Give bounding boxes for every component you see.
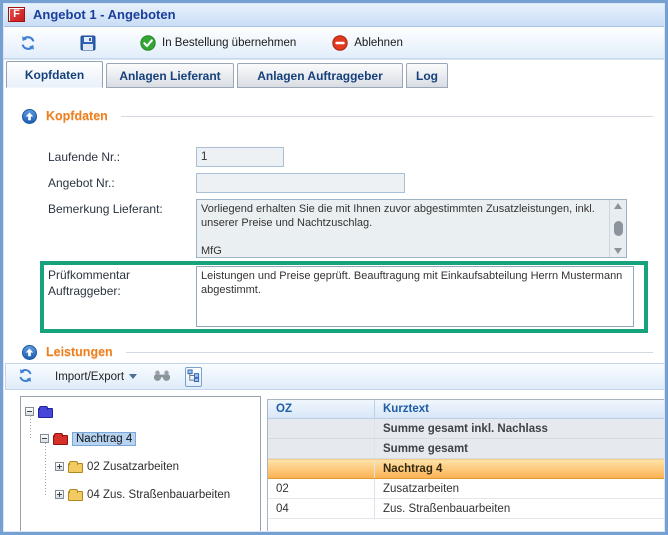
tab-anlagen-lieferant[interactable]: Anlagen Lieferant xyxy=(106,63,234,88)
cell-oz xyxy=(268,439,375,458)
tree-node-label[interactable]: 02 Zusatzarbeiten xyxy=(87,461,179,473)
kopfdaten-section-header: Kopfdaten xyxy=(22,108,653,124)
yellow-folder-icon xyxy=(68,491,83,501)
kopfdaten-section-title: Kopfdaten xyxy=(46,109,108,123)
expander-plus-icon[interactable] xyxy=(55,490,64,499)
expander-minus-icon[interactable] xyxy=(40,434,49,443)
bemerkung-lieferant-label: Bemerkung Lieferant: xyxy=(48,202,163,216)
refresh-button[interactable] xyxy=(15,32,41,54)
import-export-label: Import/Export xyxy=(55,371,124,383)
import-export-dropdown[interactable]: Import/Export xyxy=(53,369,139,385)
red-folder-icon xyxy=(53,435,68,445)
tab-content-kopfdaten: Kopfdaten Laufende Nr.: Angebot Nr.: Bem… xyxy=(3,88,665,532)
cell-kurztext: Summe gesamt inkl. Nachlass xyxy=(375,423,667,435)
pruefkommentar-textarea[interactable]: Leistungen und Preise geprüft. Beauftrag… xyxy=(196,266,634,327)
refresh-icon xyxy=(18,368,33,386)
scroll-up-icon[interactable] xyxy=(614,203,622,209)
application-window: F Angebot 1 - Angeboten In Bestellung üb… xyxy=(0,0,668,535)
expander-plus-icon[interactable] xyxy=(55,462,64,471)
search-button[interactable] xyxy=(151,367,173,387)
tree-node-nachtrag[interactable]: Nachtrag 4 xyxy=(40,430,136,447)
section-divider xyxy=(126,352,653,353)
table-row-selected[interactable]: Nachtrag 4 xyxy=(268,459,667,479)
cell-kurztext: Summe gesamt xyxy=(375,443,667,455)
collapse-section-icon[interactable] xyxy=(22,345,37,360)
collapse-section-icon[interactable] xyxy=(22,109,37,124)
textarea-scrollbar[interactable] xyxy=(609,200,626,257)
blue-folder-icon xyxy=(38,408,53,418)
positions-tree-panel: Nachtrag 4 02 Zusatzarbeiten 04 Zus. Str… xyxy=(20,396,261,534)
angebot-nr-input[interactable] xyxy=(196,173,405,193)
leistungen-section-title: Leistungen xyxy=(46,345,113,359)
table-header-row: OZ Kurztext xyxy=(268,400,667,419)
tab-anlagen-auftraggeber[interactable]: Anlagen Auftraggeber xyxy=(237,63,403,88)
tab-strip: Kopfdaten Anlagen Lieferant Anlagen Auft… xyxy=(3,59,665,88)
save-button[interactable] xyxy=(75,32,101,54)
title-bar: F Angebot 1 - Angeboten xyxy=(3,2,665,27)
leistungen-toolbar: Import/Export xyxy=(5,363,665,390)
laufende-nr-label: Laufende Nr.: xyxy=(48,150,120,164)
accept-order-label: In Bestellung übernehmen xyxy=(162,37,296,49)
pruefkommentar-field: Leistungen und Preise geprüft. Beauftrag… xyxy=(196,266,634,327)
chevron-down-icon xyxy=(129,374,137,379)
cell-kurztext: Zusatzarbeiten xyxy=(375,483,667,495)
refresh-button[interactable] xyxy=(16,366,35,388)
bemerkung-lieferant-field: Vorliegend erhalten Sie die mit Ihnen zu… xyxy=(196,199,627,258)
green-check-icon xyxy=(140,35,156,51)
tree-node-label[interactable]: 04 Zus. Straßenbauarbeiten xyxy=(87,489,230,501)
expander-minus-icon[interactable] xyxy=(25,407,34,416)
table-row[interactable]: Summe gesamt xyxy=(268,439,667,459)
accept-order-button[interactable]: In Bestellung übernehmen xyxy=(135,32,301,54)
tree-view-icon xyxy=(187,369,200,385)
bemerkung-lieferant-textarea[interactable]: Vorliegend erhalten Sie die mit Ihnen zu… xyxy=(196,199,627,258)
column-header-kurztext[interactable]: Kurztext xyxy=(375,403,667,415)
scroll-down-icon[interactable] xyxy=(614,248,622,254)
table-row[interactable]: 04 Zus. Straßenbauarbeiten xyxy=(268,499,667,519)
scrollbar-thumb[interactable] xyxy=(614,221,623,236)
cell-oz: 02 xyxy=(268,479,375,498)
tree-connector xyxy=(45,443,46,496)
cell-kurztext: Zus. Straßenbauarbeiten xyxy=(375,503,667,515)
deny-icon xyxy=(332,35,348,51)
cell-oz xyxy=(268,419,375,438)
pruefkommentar-label-line1: Prüfkommentar xyxy=(48,268,130,282)
cell-oz: 04 xyxy=(268,499,375,518)
column-header-oz[interactable]: OZ xyxy=(268,400,375,418)
tree-node-label[interactable]: Nachtrag 4 xyxy=(72,432,136,446)
binoculars-icon xyxy=(153,369,171,385)
tree-view-button[interactable] xyxy=(185,367,202,387)
window-title: Angebot 1 - Angeboten xyxy=(33,7,176,22)
angebot-nr-label: Angebot Nr.: xyxy=(48,176,115,190)
cell-oz xyxy=(268,460,375,478)
refresh-icon xyxy=(20,35,36,51)
section-divider xyxy=(121,116,653,117)
tab-kopfdaten[interactable]: Kopfdaten xyxy=(6,61,103,88)
reject-button[interactable]: Ablehnen xyxy=(327,32,408,54)
cell-kurztext: Nachtrag 4 xyxy=(375,463,667,475)
pruefkommentar-label-line2: Auftraggeber: xyxy=(48,284,121,298)
save-icon xyxy=(80,35,96,51)
yellow-folder-icon xyxy=(68,463,83,473)
laufende-nr-input[interactable] xyxy=(196,147,284,167)
tab-log[interactable]: Log xyxy=(406,63,448,88)
positions-table: OZ Kurztext Summe gesamt inkl. Nachlass … xyxy=(267,399,667,534)
table-row[interactable]: Summe gesamt inkl. Nachlass xyxy=(268,419,667,439)
app-logo-icon: F xyxy=(8,7,25,22)
tree-node-strassenbauarbeiten[interactable]: 04 Zus. Straßenbauarbeiten xyxy=(55,486,230,503)
tree-node-zusatzarbeiten[interactable]: 02 Zusatzarbeiten xyxy=(55,458,179,475)
leistungen-section-header: Leistungen xyxy=(22,344,653,360)
reject-label: Ablehnen xyxy=(354,37,403,49)
table-row[interactable]: 02 Zusatzarbeiten xyxy=(268,479,667,499)
main-toolbar: In Bestellung übernehmen Ablehnen xyxy=(3,28,665,59)
tree-root-node[interactable] xyxy=(25,403,53,420)
